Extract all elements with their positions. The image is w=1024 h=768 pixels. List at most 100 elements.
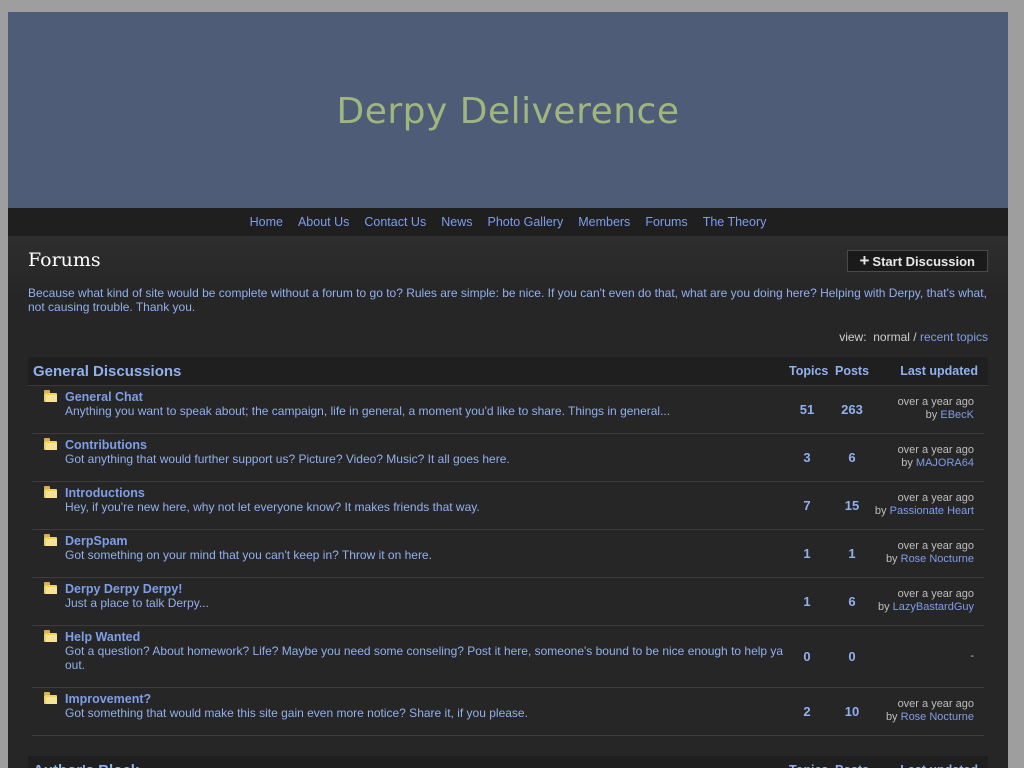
last-updated: over a year ago by LazyBastardGuy	[878, 588, 974, 614]
nav-link-news[interactable]: News	[434, 215, 480, 229]
last-poster-link[interactable]: EBecK	[940, 409, 974, 421]
posts-count: 263	[841, 402, 863, 417]
section-header: Author's Block Topics Posts Last updated	[28, 756, 988, 768]
forum-description: Got something that would make this site …	[65, 706, 528, 720]
last-updated-time: over a year ago	[897, 444, 974, 456]
last-updated-time: over a year ago	[897, 492, 974, 504]
last-updated-by: by Passionate Heart	[875, 505, 974, 518]
folder-icon	[44, 692, 57, 704]
by-label: by	[901, 457, 913, 469]
forum-row: DerpSpam Got something on your mind that…	[32, 530, 984, 578]
section-header: General Discussions Topics Posts Last up…	[28, 357, 988, 386]
last-updated-time: over a year ago	[897, 698, 974, 710]
forum-name-link[interactable]: Contributions	[65, 438, 147, 452]
view-recent-topics-link[interactable]: recent topics	[920, 330, 988, 344]
folder-icon	[44, 390, 57, 402]
posts-count: 6	[848, 594, 856, 609]
nav-link-contact-us[interactable]: Contact Us	[357, 215, 434, 229]
forum-name-link[interactable]: General Chat	[65, 390, 143, 404]
forum-description: Hey, if you're new here, why not let eve…	[65, 500, 480, 514]
by-label: by	[874, 505, 887, 517]
forum-row: Improvement? Got something that would ma…	[32, 688, 984, 736]
section-title[interactable]: General Discussions	[33, 363, 181, 380]
by-label: by	[877, 601, 890, 613]
topics-column-header: Topics	[789, 763, 828, 768]
last-updated: over a year ago by MAJORA64	[898, 444, 974, 470]
last-updated-column-header: Last updated	[900, 763, 978, 768]
last-updated: over a year ago by Rose Nocturne	[886, 698, 974, 724]
last-updated: over a year ago by EBecK	[898, 396, 974, 422]
folder-icon	[44, 534, 57, 546]
nav-link-forums[interactable]: Forums	[638, 215, 695, 229]
posts-count: 1	[848, 546, 856, 561]
last-poster-link[interactable]: Rose Nocturne	[901, 553, 974, 565]
folder-icon	[44, 582, 57, 594]
section-title[interactable]: Author's Block	[33, 762, 139, 768]
forum-row: Derpy Derpy Derpy! Just a place to talk …	[32, 578, 984, 626]
folder-icon	[44, 486, 57, 498]
start-discussion-button[interactable]: + Start Discussion	[847, 250, 988, 272]
forum-description: Got a question? About homework? Life? Ma…	[65, 644, 784, 672]
site-banner: Derpy Deliverence	[8, 12, 1008, 208]
posts-count: 10	[844, 704, 860, 719]
page-title: Forums	[28, 249, 101, 271]
nav-link-members[interactable]: Members	[571, 215, 638, 229]
main-content: Forums + Start Discussion Because what k…	[8, 236, 1008, 768]
view-separator: /	[913, 330, 917, 344]
last-updated-by: by Rose Nocturne	[886, 711, 974, 724]
start-discussion-label: Start Discussion	[872, 253, 975, 269]
view-label: view:	[839, 330, 867, 344]
forum-row: Introductions Hey, if you're new here, w…	[32, 482, 984, 530]
plus-icon: +	[859, 250, 870, 270]
forum-description: Anything you want to speak about; the ca…	[65, 404, 671, 418]
forum-name-link[interactable]: DerpSpam	[65, 534, 128, 548]
topics-column-header: Topics	[789, 364, 829, 378]
site-title[interactable]: Derpy Deliverence	[336, 91, 679, 132]
last-poster-link[interactable]: LazyBastardGuy	[893, 601, 974, 613]
by-label: by	[885, 711, 898, 723]
folder-icon	[44, 630, 57, 642]
last-updated: -	[970, 650, 974, 663]
forum-row: Contributions Got anything that would fu…	[32, 434, 984, 482]
forum-description: Just a place to talk Derpy...	[65, 596, 209, 610]
topics-count: 1	[803, 546, 811, 561]
view-normal: normal	[873, 330, 910, 344]
posts-count: 6	[848, 450, 856, 465]
forum-description: Got something on your mind that you can'…	[65, 548, 432, 562]
folder-icon	[44, 438, 57, 450]
forum-name-link[interactable]: Introductions	[65, 486, 145, 500]
forum-row: Help Wanted Got a question? About homewo…	[32, 626, 984, 688]
forum-sections: General Discussions Topics Posts Last up…	[28, 357, 988, 768]
last-updated: over a year ago by Passionate Heart	[875, 492, 974, 518]
topics-count: 3	[803, 450, 811, 465]
forum-description: Got anything that would further support …	[65, 452, 510, 466]
posts-column-header: Posts	[835, 364, 870, 378]
forum-intro: Because what kind of site would be compl…	[28, 286, 987, 314]
last-updated-time: over a year ago	[897, 588, 974, 600]
last-updated-time: over a year ago	[897, 540, 974, 552]
last-updated-time: -	[970, 650, 974, 662]
forum-name-link[interactable]: Improvement?	[65, 692, 151, 706]
topics-count: 0	[803, 649, 811, 664]
last-updated-by: by LazyBastardGuy	[878, 601, 974, 614]
forum-name-link[interactable]: Derpy Derpy Derpy!	[65, 582, 182, 596]
posts-count: 15	[844, 498, 860, 513]
nav-link-about-us[interactable]: About Us	[290, 215, 356, 229]
nav-link-photo-gallery[interactable]: Photo Gallery	[480, 215, 571, 229]
last-updated-by: by MAJORA64	[898, 457, 974, 470]
forum-name-link[interactable]: Help Wanted	[65, 630, 140, 644]
by-label: by	[885, 553, 898, 565]
posts-column-header: Posts	[835, 763, 869, 768]
by-label: by	[925, 409, 938, 421]
last-poster-link[interactable]: Passionate Heart	[890, 505, 974, 517]
forum-section-general-discussions: General Discussions Topics Posts Last up…	[28, 357, 988, 736]
topics-count: 2	[803, 704, 811, 719]
last-updated-column-header: Last updated	[900, 364, 978, 378]
last-poster-link[interactable]: MAJORA64	[916, 457, 974, 469]
last-updated-time: over a year ago	[897, 396, 974, 408]
nav-link-home[interactable]: Home	[242, 215, 290, 229]
topics-count: 1	[803, 594, 811, 609]
last-poster-link[interactable]: Rose Nocturne	[901, 711, 974, 723]
nav-link-the-theory[interactable]: The Theory	[695, 215, 774, 229]
forum-section-author-s-block: Author's Block Topics Posts Last updated	[28, 756, 988, 768]
